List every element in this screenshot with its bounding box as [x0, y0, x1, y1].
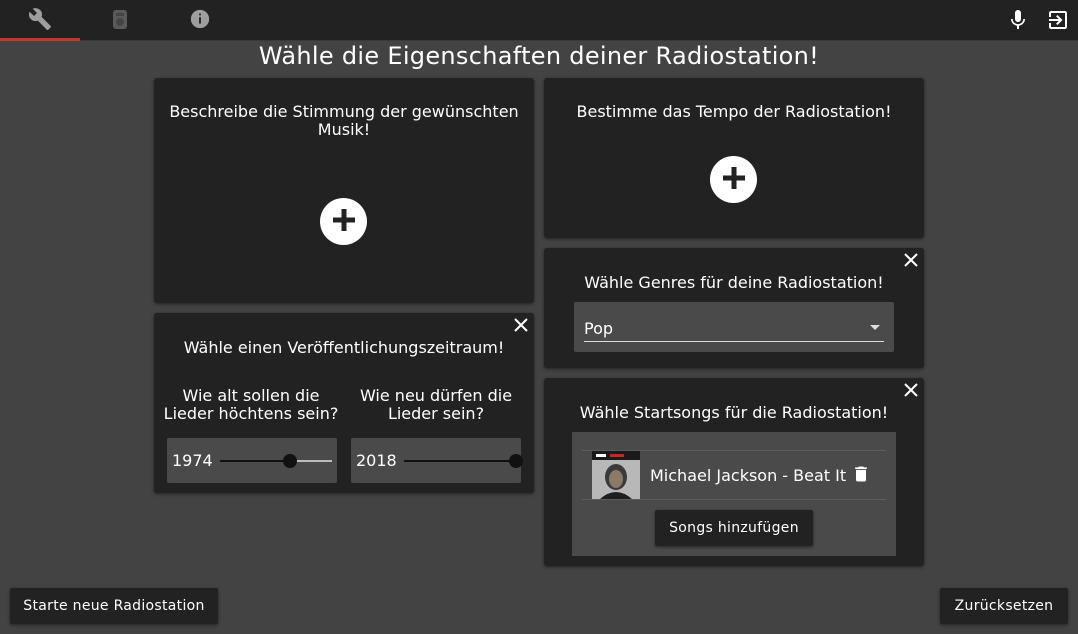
to-slider-thumb[interactable] — [509, 454, 523, 468]
release-period-card: Wähle einen Veröffentlichungszeitraum! W… — [154, 313, 534, 493]
mood-card: Beschreibe die Stimmung der gewünschten … — [154, 78, 534, 303]
album-cover-image — [592, 451, 640, 499]
to-year-value: 2018 — [356, 451, 397, 470]
select-underline — [584, 341, 884, 342]
to-question: Wie neu dürfen die Lieder sein? — [359, 386, 513, 423]
tempo-card-title: Bestimme das Tempo der Radiostation! — [576, 102, 892, 121]
genre-selected-value: Pop — [584, 319, 614, 338]
start-new-station-button[interactable]: Starte neue Radiostation — [10, 588, 218, 624]
from-question: Wie alt sollen die Lieder höchtens sein? — [163, 386, 339, 423]
close-genre-button[interactable] — [901, 252, 921, 272]
trash-icon — [851, 463, 871, 489]
slider-fill — [404, 460, 516, 462]
tab-settings[interactable] — [0, 0, 80, 41]
from-year-slider[interactable]: 1974 — [167, 438, 337, 483]
genre-select[interactable]: Pop — [574, 302, 894, 352]
divider — [582, 499, 886, 500]
microphone-icon[interactable] — [1006, 8, 1030, 32]
songs-list-panel: Michael Jackson - Beat It Songs hinzufüg… — [572, 432, 896, 556]
period-card-title: Wähle einen Veröffentlichungszeitraum! — [183, 338, 505, 357]
add-mood-button[interactable] — [320, 198, 367, 245]
close-period-button[interactable] — [511, 317, 531, 337]
close-icon — [903, 252, 919, 272]
chevron-down-icon — [870, 325, 880, 330]
tab-info[interactable] — [160, 0, 240, 41]
tab-radio[interactable] — [80, 0, 160, 41]
radio-icon — [111, 7, 129, 35]
plus-icon — [331, 207, 357, 237]
song-title: Michael Jackson - Beat It — [650, 466, 847, 485]
tempo-card: Bestimme das Tempo der Radiostation! — [544, 78, 924, 238]
wrench-icon — [28, 7, 52, 35]
page-title: Wähle die Eigenschaften deiner Radiostat… — [258, 42, 820, 70]
info-icon — [189, 8, 211, 34]
reset-button[interactable]: Zurücksetzen — [940, 588, 1068, 624]
from-year-value: 1974 — [172, 451, 213, 470]
close-songs-button[interactable] — [901, 382, 921, 402]
delete-song-button[interactable] — [850, 465, 872, 487]
songs-card-title: Wähle Startsongs für die Radiostation! — [579, 403, 889, 422]
close-icon — [903, 382, 919, 402]
mood-card-title: Beschreibe die Stimmung der gewünschten … — [169, 102, 519, 139]
add-songs-button[interactable]: Songs hinzufügen — [655, 510, 813, 546]
plus-icon — [721, 165, 747, 195]
genre-card-title: Wähle Genres für deine Radiostation! — [584, 273, 884, 292]
to-year-slider[interactable]: 2018 — [351, 438, 523, 483]
top-navigation-bar — [0, 0, 1078, 41]
close-icon — [513, 317, 529, 337]
slider-fill — [220, 460, 290, 462]
logout-icon[interactable] — [1046, 8, 1070, 32]
from-slider-thumb[interactable] — [283, 454, 297, 468]
add-tempo-button[interactable] — [710, 156, 757, 203]
